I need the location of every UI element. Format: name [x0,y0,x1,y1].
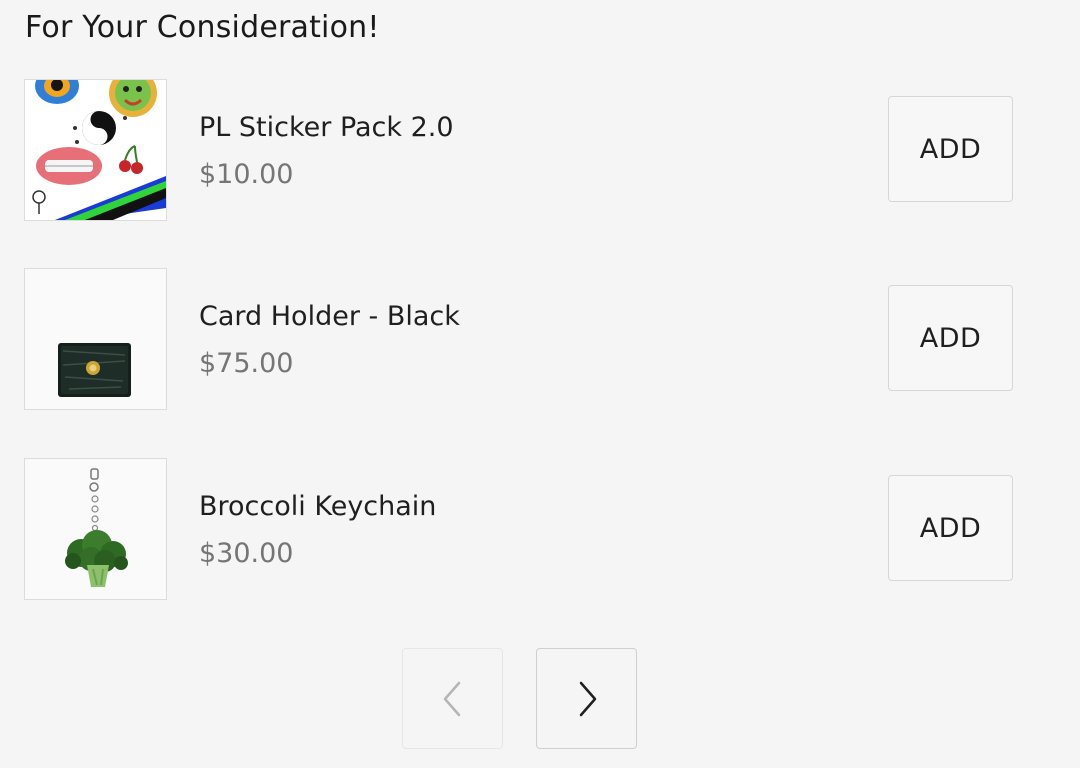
product-name[interactable]: Card Holder - Black [199,299,460,335]
add-to-cart-button[interactable]: ADD [888,285,1013,391]
product-row: PL Sticker Pack 2.0 $10.00 ADD [24,79,1024,221]
product-image[interactable] [24,458,167,600]
add-to-cart-button[interactable]: ADD [888,96,1013,202]
product-image[interactable] [24,268,167,410]
product-row: Card Holder - Black $75.00 ADD [24,268,1024,410]
next-page-button[interactable] [536,648,637,749]
card-holder-thumbnail [25,269,166,409]
product-image[interactable] [24,79,167,221]
add-to-cart-button[interactable]: ADD [888,475,1013,581]
sticker-pack-thumbnail [25,80,166,220]
product-price: $30.00 [199,538,294,569]
recommendations-section: For Your Consideration! PL Sticker Pack … [0,0,1080,768]
previous-page-button[interactable] [402,648,503,749]
section-title: For Your Consideration! [25,10,380,45]
product-price: $75.00 [199,348,294,379]
product-name[interactable]: Broccoli Keychain [199,489,436,525]
product-row: Broccoli Keychain $30.00 ADD [24,458,1024,600]
chevron-left-icon [443,681,460,716]
product-price: $10.00 [199,159,294,190]
chevron-right-icon [579,681,596,716]
broccoli-keychain-thumbnail [25,459,166,599]
product-name[interactable]: PL Sticker Pack 2.0 [199,110,454,146]
